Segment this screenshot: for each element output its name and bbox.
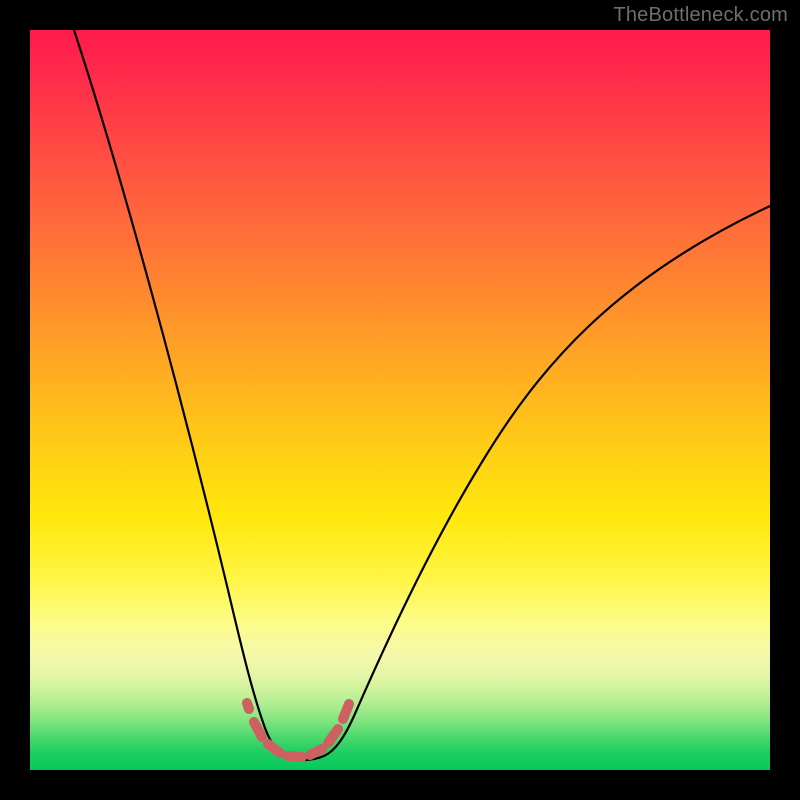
watermark-text: TheBottleneck.com — [613, 4, 788, 27]
bottleneck-curve — [74, 30, 770, 760]
curve-layer — [30, 30, 770, 770]
chart-frame: TheBottleneck.com — [0, 0, 800, 800]
plot-area — [30, 30, 770, 770]
